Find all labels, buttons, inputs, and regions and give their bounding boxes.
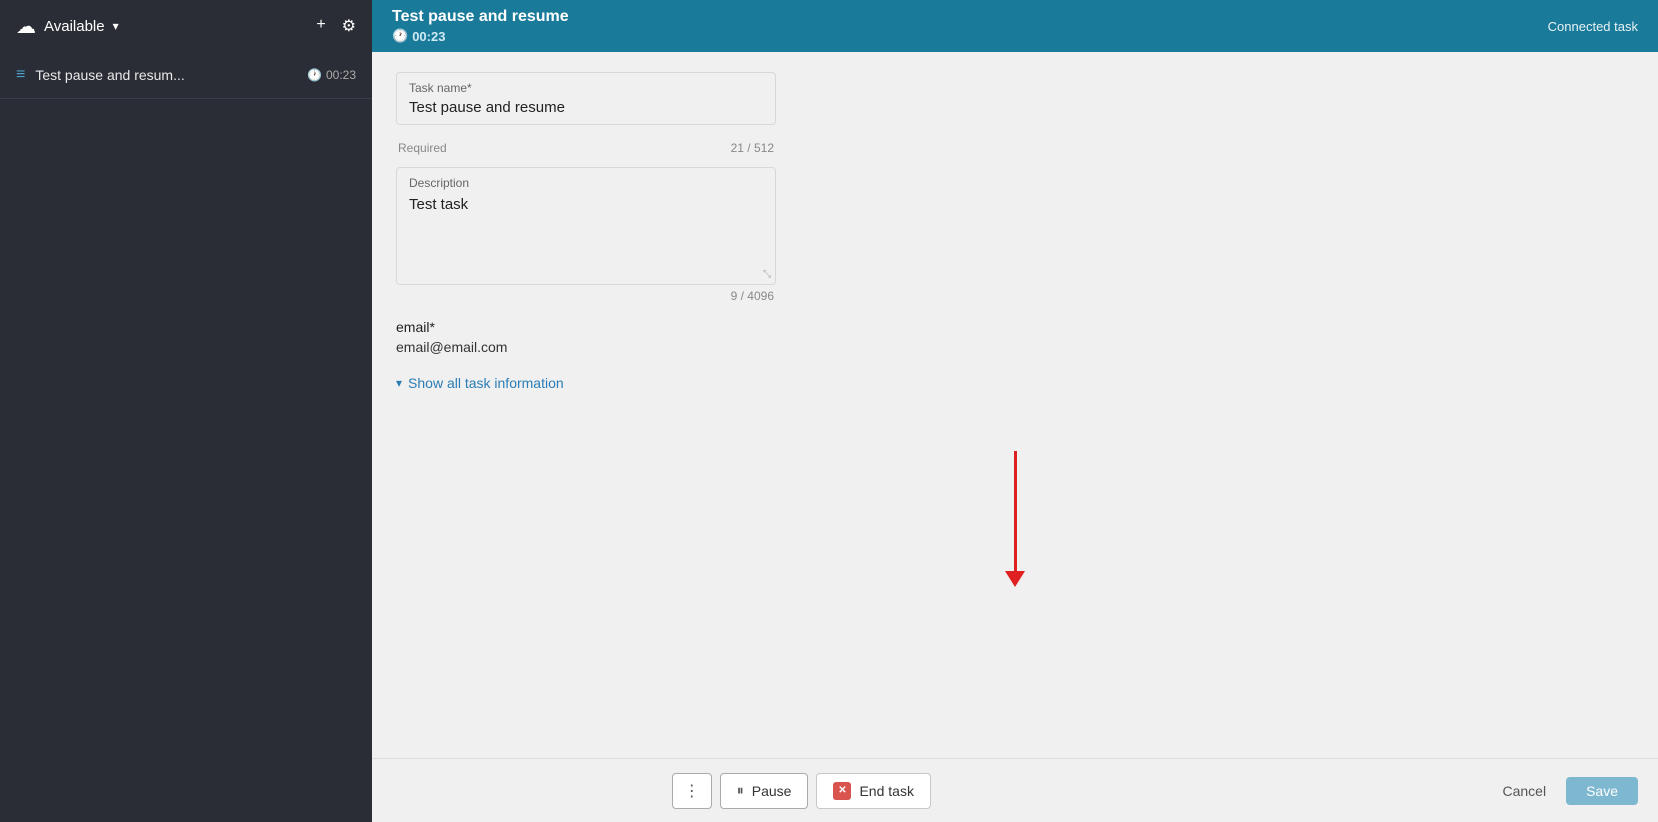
resize-handle-icon: ⤡ — [763, 269, 771, 280]
email-label: email* — [396, 319, 776, 335]
sidebar-timer-icon: 🕐 — [307, 68, 322, 82]
email-value: email@email.com — [396, 339, 776, 355]
bottom-actions: ⋮ ⏸ Pause ✕ End task — [672, 773, 931, 809]
pause-icon: ⏸ — [737, 782, 744, 799]
end-task-button[interactable]: ✕ End task — [816, 773, 930, 809]
cloud-icon: ☁ — [16, 14, 36, 39]
sidebar-header: ☁ Available ▾ + ⚙ — [0, 0, 372, 52]
show-all-label: Show all task information — [408, 375, 564, 391]
red-arrow-head — [1005, 571, 1025, 587]
task-list-icon: ≡ — [16, 66, 25, 84]
timer-value: 00:23 — [412, 29, 445, 44]
settings-icon[interactable]: ⚙ — [342, 16, 356, 36]
task-name-label: Task name* — [409, 81, 763, 95]
more-options-icon: ⋮ — [684, 781, 700, 801]
show-all-link[interactable]: ▾ Show all task information — [396, 375, 1634, 391]
content-scroll: Task name* Test pause and resume Require… — [372, 52, 1658, 758]
task-name-field[interactable]: Task name* Test pause and resume — [396, 72, 776, 125]
description-field[interactable]: Description Test task ⤡ — [396, 167, 776, 285]
task-name-value: Test pause and resume — [409, 99, 763, 116]
status-label: Available — [44, 18, 105, 35]
content-area: Task name* Test pause and resume Require… — [372, 52, 1658, 822]
pause-button[interactable]: ⏸ Pause — [720, 773, 809, 809]
dropdown-arrow-icon[interactable]: ▾ — [113, 19, 119, 33]
save-button[interactable]: Save — [1566, 777, 1638, 805]
task-name-footer: Required 21 / 512 — [396, 141, 776, 155]
pause-label: Pause — [752, 783, 792, 799]
task-name-count: 21 / 512 — [731, 141, 774, 155]
arrow-annotation — [396, 431, 1634, 607]
sidebar: ≡ Test pause and resum... 🕐 00:23 — [0, 52, 372, 822]
description-count: 9 / 4096 — [731, 289, 774, 303]
timer-clock-icon: 🕐 — [392, 28, 408, 44]
description-footer: 9 / 4096 — [396, 289, 776, 303]
task-header: Test pause and resume 🕐 00:23 Connected … — [372, 0, 1658, 52]
sidebar-timer-value: 00:23 — [326, 68, 356, 82]
end-task-label: End task — [859, 783, 913, 799]
cancel-button[interactable]: Cancel — [1490, 777, 1558, 805]
bottom-bar: ⋮ ⏸ Pause ✕ End task Cancel Save — [372, 758, 1658, 822]
right-buttons: Cancel Save — [1490, 777, 1638, 805]
more-options-button[interactable]: ⋮ — [672, 773, 712, 809]
task-name-required: Required — [398, 141, 447, 155]
description-label: Description — [409, 176, 763, 190]
end-task-icon: ✕ — [833, 782, 851, 800]
task-title: Test pause and resume — [392, 8, 569, 26]
connected-task-label: Connected task — [1548, 19, 1638, 34]
description-value: Test task — [409, 196, 763, 276]
red-arrow — [1005, 451, 1025, 587]
red-arrow-line — [1014, 451, 1017, 571]
task-title-block: Test pause and resume 🕐 00:23 — [392, 8, 569, 44]
chevron-down-icon: ▾ — [396, 376, 402, 390]
sidebar-item[interactable]: ≡ Test pause and resum... 🕐 00:23 — [0, 52, 372, 99]
add-icon[interactable]: + — [316, 16, 325, 36]
sidebar-task-name: Test pause and resum... — [35, 67, 265, 83]
email-section: email* email@email.com — [396, 319, 776, 355]
task-timer: 🕐 00:23 — [392, 28, 569, 44]
sidebar-task-timer: 🕐 00:23 — [307, 68, 356, 82]
